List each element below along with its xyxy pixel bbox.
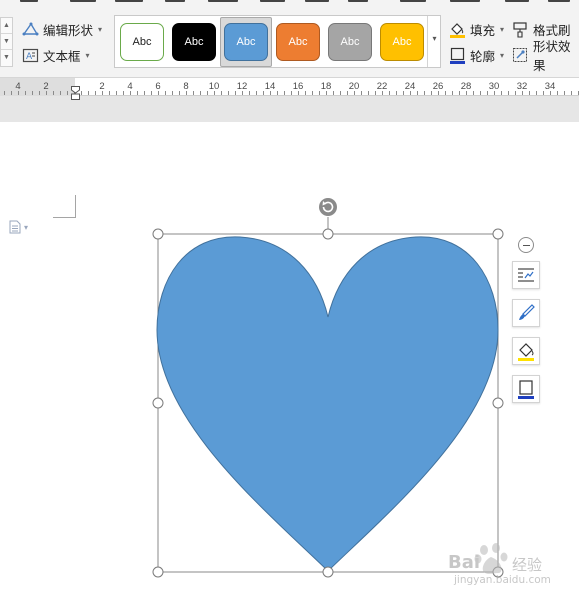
resize-handle-top-right[interactable] (492, 228, 504, 240)
rotate-handle-icon[interactable] (319, 198, 337, 216)
watermark-suffix: 经验 (512, 556, 543, 574)
baidu-watermark: Bai 经验 jingyan.baidu.com (448, 540, 576, 588)
watermark-brand: Bai (448, 552, 481, 573)
text-wrap-icon (518, 268, 534, 282)
layout-options-button[interactable] (512, 261, 540, 289)
shape-outline-button[interactable] (512, 375, 540, 403)
shape-canvas (152, 198, 504, 578)
resize-handle-bottom[interactable] (322, 566, 334, 578)
heart-shape[interactable] (156, 236, 499, 572)
collapse-toolbar-button[interactable] (518, 237, 534, 253)
resize-handle-bottom-left[interactable] (152, 566, 164, 578)
fill-bucket-icon (518, 343, 534, 361)
shape-style-button[interactable] (512, 299, 540, 327)
shape-fill-button[interactable] (512, 337, 540, 365)
resize-handle-top-left[interactable] (152, 228, 164, 240)
watermark-url: jingyan.baidu.com (454, 574, 551, 586)
brush-icon (519, 304, 535, 320)
resize-handle-right[interactable] (492, 397, 504, 409)
resize-handle-left[interactable] (152, 397, 164, 409)
resize-handle-top[interactable] (322, 228, 334, 240)
outline-frame-icon (518, 380, 534, 399)
